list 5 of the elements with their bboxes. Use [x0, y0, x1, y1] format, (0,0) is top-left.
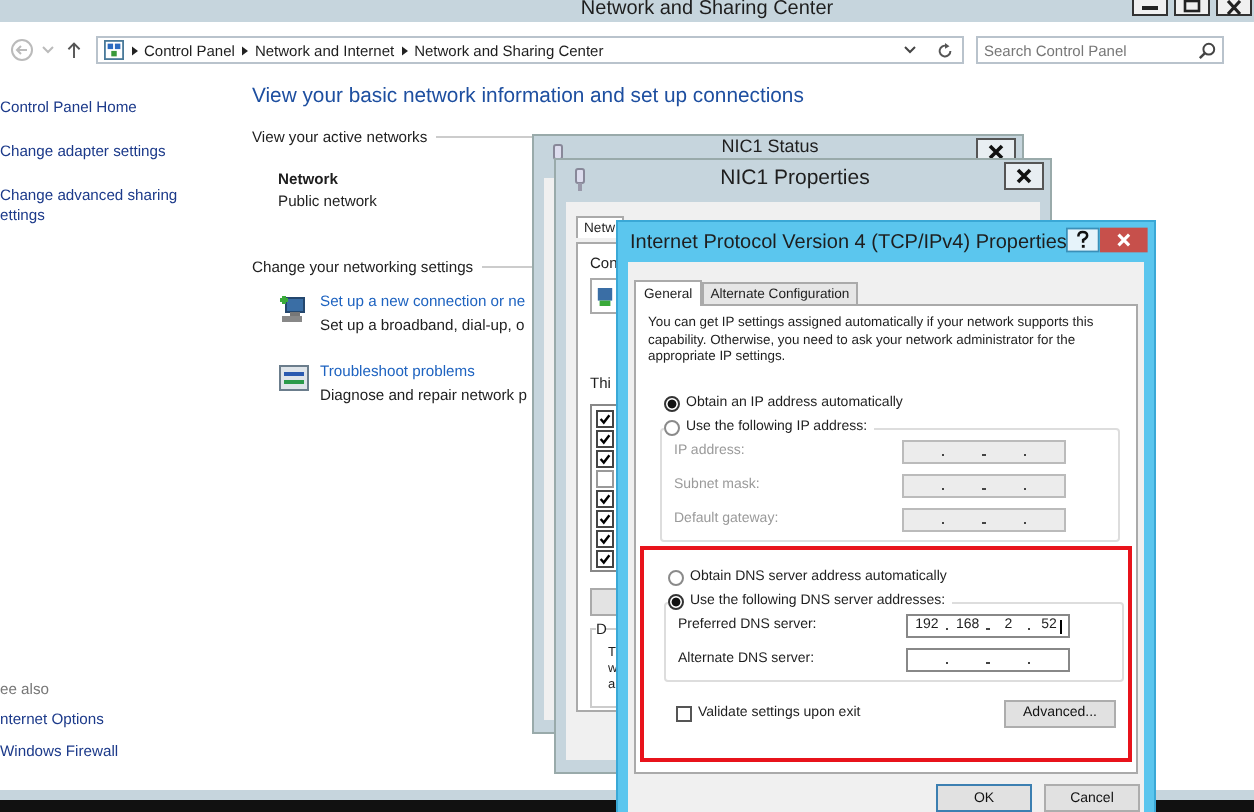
window-title: NIC1 Status [719, 136, 821, 156]
window-title: Internet Protocol Version 4 (TCP/IPv4) Properties [630, 232, 1067, 254]
window-title: NIC1 Properties [718, 166, 872, 190]
window-title: Network and Sharing Center [580, 0, 834, 18]
page-heading: View your basic network information and set up connections [252, 86, 804, 108]
